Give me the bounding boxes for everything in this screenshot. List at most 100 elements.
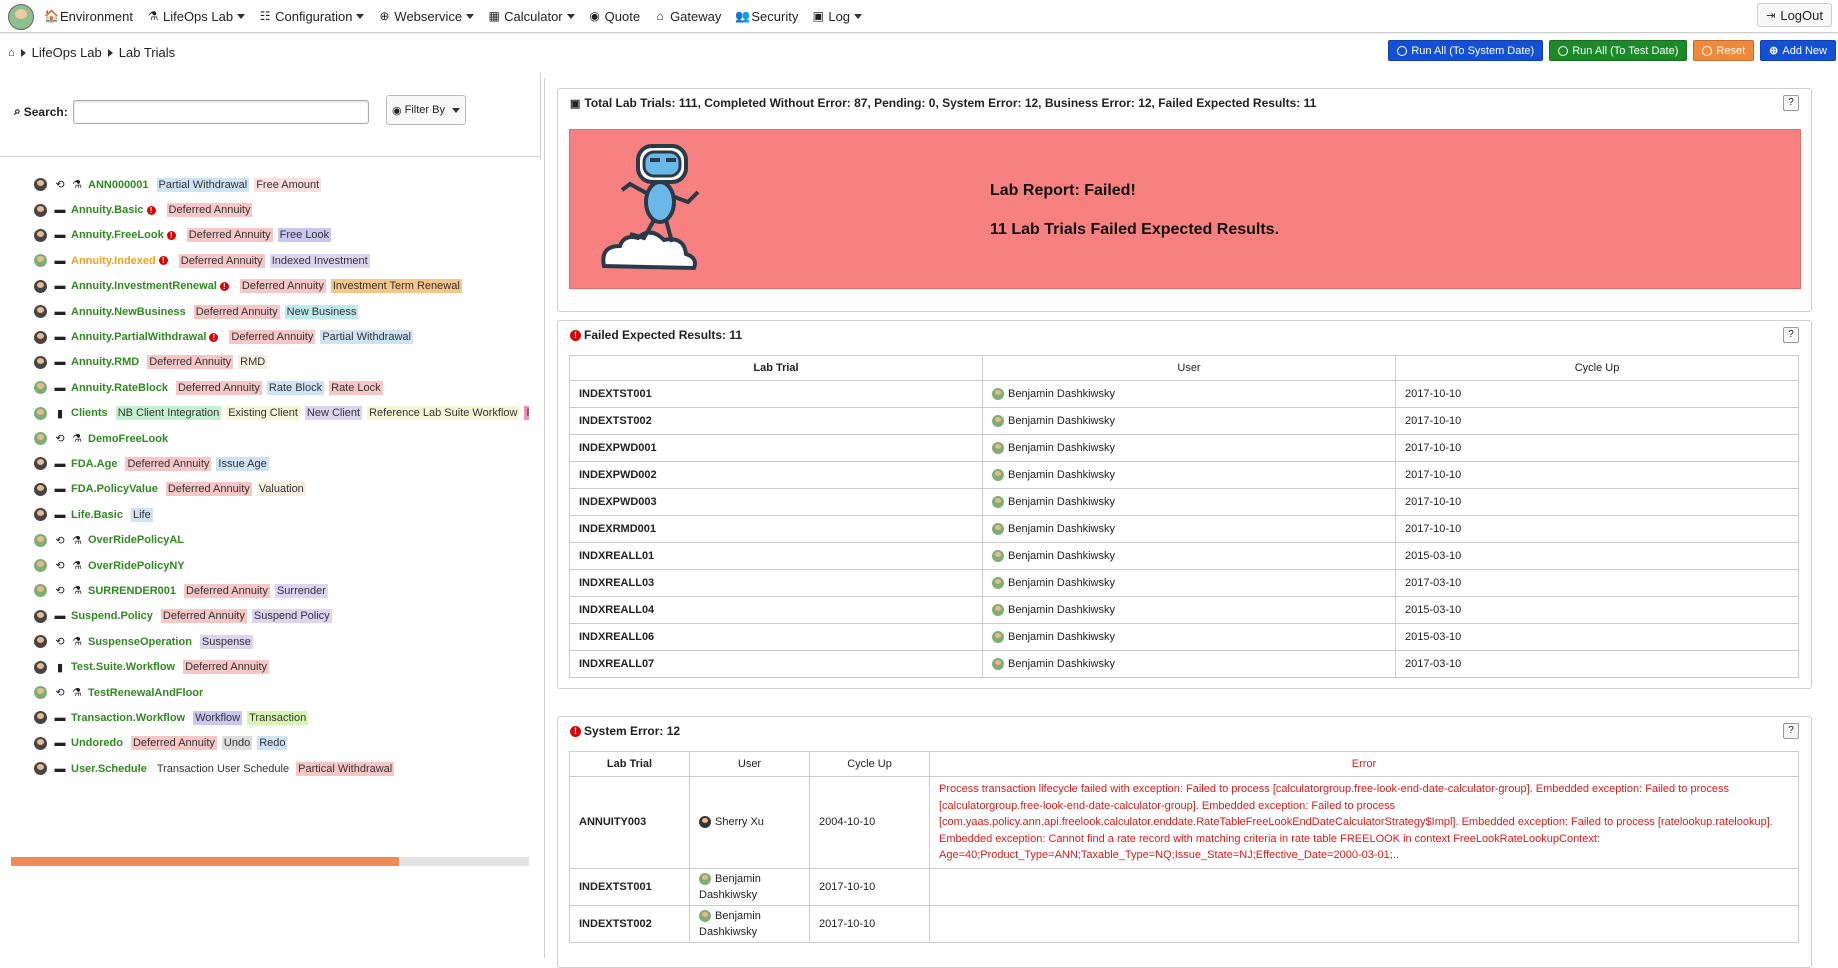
- lab-trial-cell[interactable]: INDEXTST002: [569, 904, 690, 943]
- menu-webservice[interactable]: ⊕ Webservice: [378, 9, 475, 24]
- column-header-error[interactable]: Error: [929, 751, 1799, 777]
- tag-label[interactable]: Deferred Annuity: [178, 253, 265, 268]
- menu-configuration[interactable]: ☷ Configuration: [259, 9, 365, 24]
- tree-item[interactable]: ▬ Undoredo Deferred Annuity Undo Redo: [34, 731, 529, 756]
- tag-label[interactable]: Redo: [257, 736, 288, 751]
- tree-item-label[interactable]: FDA.PolicyValue: [71, 483, 158, 495]
- tag-label[interactable]: Deferred Annuity: [175, 380, 262, 395]
- logout-button[interactable]: ⇥ LogOut: [1757, 3, 1832, 27]
- menu-calculator[interactable]: ▦ Calculator: [488, 9, 575, 24]
- tree-item-label[interactable]: Suspend.Policy: [71, 610, 153, 622]
- breadcrumb-lab-trials[interactable]: Lab Trials: [119, 45, 175, 60]
- help-button[interactable]: ?: [1783, 327, 1799, 343]
- column-header-cycle-up[interactable]: Cycle Up: [809, 751, 930, 777]
- tree-item[interactable]: ▬ FDA.PolicyValue Deferred Annuity Valuatio…: [34, 477, 529, 502]
- tag-label[interactable]: Transaction User Schedule: [154, 761, 292, 776]
- tree-item-label[interactable]: Life.Basic: [71, 509, 123, 521]
- breadcrumb-lifeops-lab[interactable]: LifeOps Lab: [32, 45, 102, 60]
- run-all-test-date-button[interactable]: Run All (To Test Date): [1549, 40, 1688, 61]
- table-row[interactable]: ANNUITY003 Sherry Xu 2004-10-10 Process tra…: [569, 776, 1799, 869]
- menu-log[interactable]: ▣ Log: [812, 9, 863, 24]
- table-row[interactable]: INDEXRMD001 Benjamin Dashkiwsky 2017-10-10: [569, 515, 1799, 543]
- tree-item-label[interactable]: Test.Suite.Workflow: [71, 661, 175, 673]
- lab-trial-cell[interactable]: INDXREALL03: [569, 569, 983, 597]
- lab-trial-cell[interactable]: INDXREALL07: [569, 650, 983, 678]
- tag-label[interactable]: Rate Block: [266, 380, 325, 395]
- tree-item-label[interactable]: Annuity.InvestmentRenewal: [71, 280, 217, 292]
- home-icon[interactable]: ⌂: [8, 47, 15, 59]
- lab-trial-cell[interactable]: INDEXPWD001: [569, 434, 983, 462]
- tree-item[interactable]: ▬ Annuity.NewBusiness Deferred Annuity New …: [34, 299, 529, 324]
- menu-gateway[interactable]: ⌂ Gateway: [654, 9, 721, 24]
- lab-trial-cell[interactable]: ANNUITY003: [569, 776, 690, 869]
- tag-label[interactable]: Free Look: [277, 228, 332, 243]
- tag-label[interactable]: Surrender: [274, 583, 328, 598]
- tag-label[interactable]: New Client: [304, 406, 363, 421]
- table-row[interactable]: INDEXTST001 Benjamin Dashkiwsky 2017-10-10: [569, 867, 1799, 906]
- tree-item-label[interactable]: DemoFreeLook: [88, 433, 168, 445]
- tree-item-label[interactable]: Transaction.Workflow: [71, 712, 185, 724]
- tag-label[interactable]: Partial Withdrawal: [156, 177, 250, 192]
- lab-trial-cell[interactable]: INDEXPWD003: [569, 488, 983, 516]
- tag-label[interactable]: Partial Withdrawal: [320, 330, 413, 345]
- tree-item-label[interactable]: Annuity.Basic: [71, 204, 144, 216]
- tag-label[interactable]: Deferred Annuity: [147, 355, 234, 370]
- tree-item[interactable]: ▮ Clients NB Client Integration Existing Cl…: [34, 401, 529, 426]
- tree-item-label[interactable]: SURRENDER001: [88, 585, 176, 597]
- reset-button[interactable]: Reset: [1693, 40, 1755, 61]
- tag-label[interactable]: Deferred Annuity: [193, 304, 280, 319]
- table-row[interactable]: INDXREALL04 Benjamin Dashkiwsky 2015-03-10: [569, 596, 1799, 624]
- tag-label[interactable]: Investment Term Renewal: [330, 279, 462, 294]
- tag-label[interactable]: Deferred Annuity: [130, 736, 217, 751]
- tree-item-label[interactable]: Undoredo: [71, 737, 123, 749]
- lab-trial-cell[interactable]: INDEXPWD002: [569, 461, 983, 489]
- column-header-lab-trial[interactable]: Lab Trial: [569, 751, 690, 777]
- lab-trial-cell[interactable]: INDEXTST001: [569, 380, 983, 408]
- search-input[interactable]: [73, 100, 369, 124]
- tag-label[interactable]: Deferred Annuity: [184, 583, 270, 598]
- help-button[interactable]: ?: [1783, 723, 1799, 739]
- table-row[interactable]: INDEXTST002 Benjamin Dashkiwsky 2017-10-10: [569, 904, 1799, 943]
- tag-label[interactable]: Partical Withdrawal: [296, 761, 395, 776]
- tree-item[interactable]: ⟲ ⚗ TestRenewalAndFloor: [34, 680, 529, 705]
- tag-label[interactable]: Existing Client: [226, 406, 300, 421]
- app-logo[interactable]: [8, 4, 34, 30]
- tag-label[interactable]: Issue Age: [216, 456, 269, 471]
- tag-label[interactable]: Workflow: [193, 710, 243, 725]
- tag-label[interactable]: Deferred Annuity: [160, 609, 247, 624]
- tree-item-label[interactable]: OverRidePolicyNY: [88, 560, 185, 572]
- tag-label[interactable]: Deferred Annuity: [183, 660, 270, 675]
- lab-trial-cell[interactable]: INDEXTST002: [569, 407, 983, 435]
- tag-label[interactable]: Rate Lock: [329, 380, 383, 395]
- tag-label[interactable]: Deferred Annuity: [229, 330, 316, 345]
- column-header-cycle-up[interactable]: Cycle Up: [1395, 355, 1799, 381]
- filter-by-button[interactable]: ◉ Filter By: [386, 95, 466, 125]
- column-header-user[interactable]: User: [689, 751, 810, 777]
- menu-quote[interactable]: ◉ Quote: [589, 9, 640, 24]
- tree-item-label[interactable]: Annuity.Indexed: [71, 255, 156, 267]
- tree-item-label[interactable]: Annuity.RateBlock: [71, 382, 168, 394]
- tree-item-label[interactable]: OverRidePolicyAL: [88, 534, 184, 546]
- tree-item[interactable]: ▮ Test.Suite.Workflow Deferred Annuity: [34, 654, 529, 679]
- tree-item[interactable]: ⟲ ⚗ OverRidePolicyNY: [34, 553, 529, 578]
- column-header-user[interactable]: User: [982, 355, 1396, 381]
- tree-item[interactable]: ▬ Annuity.Basic! Deferred Annuity: [34, 197, 529, 222]
- tree-item-label[interactable]: Clients: [71, 407, 108, 419]
- table-row[interactable]: INDXREALL06 Benjamin Dashkiwsky 2015-03-10: [569, 623, 1799, 651]
- tree-item[interactable]: ▬ Annuity.PartialWithdrawal! Deferred Annu…: [34, 324, 529, 349]
- tag-label[interactable]: Suspense: [199, 634, 253, 649]
- tag-label[interactable]: Undo: [221, 736, 253, 751]
- run-all-system-date-button[interactable]: Run All (To System Date): [1388, 40, 1544, 61]
- tag-label[interactable]: Life: [130, 507, 153, 522]
- tag-label[interactable]: Refer: [524, 406, 529, 421]
- tree-item[interactable]: ▬ Life.Basic Life: [34, 502, 529, 527]
- tag-label[interactable]: Free Amount: [254, 177, 322, 192]
- tree-item[interactable]: ⟲ ⚗ ANN000001 Partial Withdrawal Free Amount: [34, 172, 529, 197]
- column-header-lab-trial[interactable]: Lab Trial: [569, 355, 983, 381]
- table-row[interactable]: INDXREALL01 Benjamin Dashkiwsky 2015-03-10: [569, 542, 1799, 570]
- tree-item[interactable]: ▬ Annuity.RMD Deferred Annuity RMD: [34, 350, 529, 375]
- tag-label[interactable]: Deferred Annuity: [166, 203, 253, 218]
- table-row[interactable]: INDEXTST002 Benjamin Dashkiwsky 2017-10-10: [569, 407, 1799, 435]
- menu-lifeops-lab[interactable]: ⚗ LifeOps Lab: [147, 9, 246, 24]
- tree-item-label[interactable]: Annuity.PartialWithdrawal: [71, 331, 206, 343]
